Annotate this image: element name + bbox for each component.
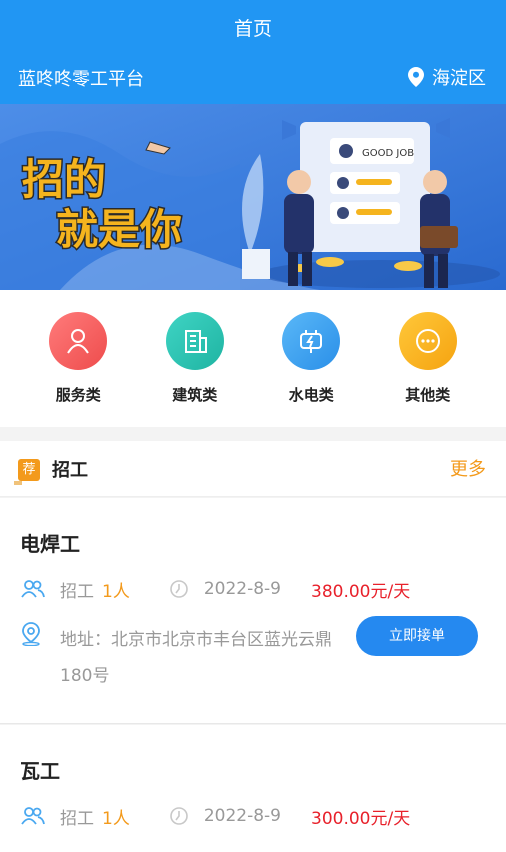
people-icon [20,803,46,829]
banner-badge-text: GOOD JOB [362,148,414,159]
recommend-tag-icon: 荐 [14,459,40,485]
location-label: 海淀区 [432,68,486,89]
banner-illustration: GOOD JOB 招的 就是你 [0,104,506,290]
recruit-label: 招工 [60,808,94,829]
accept-order-button[interactable]: 立即接单 [356,616,478,656]
job-date: 2022-8-9 [203,806,281,826]
category-plumbing-electric[interactable]: 水电类 [265,290,357,427]
recruit-section-header: 荐 招工 更多 [0,441,506,497]
location-selector[interactable]: 海淀区 [408,64,486,90]
location-pin-icon [20,622,46,648]
job-card[interactable]: 瓦工 招工 1人 2022-8-9 300.00元/天 [0,725,506,852]
page-title: 首页 [233,18,272,40]
platform-name: 蓝咚咚零工平台 [18,69,144,90]
people-icon [20,576,46,602]
category-label: 其他类 [405,386,451,404]
category-label: 水电类 [288,386,334,404]
category-construction[interactable]: 建筑类 [149,290,241,427]
job-title: 电焊工 [20,532,80,556]
category-label: 服务类 [55,386,101,404]
person-icon [49,312,108,370]
job-address: 地址：北京市北京市丰台区蓝光云鼎180号 [60,630,332,686]
more-link[interactable]: 更多 [450,455,486,481]
job-date: 2022-8-9 [203,579,281,599]
clock-icon [166,803,192,829]
job-price: 300.00元/天 [311,808,411,829]
category-grid: 服务类 建筑类 水电类 其他类 [0,290,506,427]
job-meta-row: 招工 1人 2022-8-9 380.00元/天 [20,576,410,602]
category-label: 建筑类 [172,386,218,404]
job-meta-row: 招工 1人 2022-8-9 300.00元/天 [20,803,410,829]
clock-icon [166,576,192,602]
plug-icon [282,312,341,370]
location-pin-icon [408,67,424,87]
more-icon [398,312,457,370]
promo-banner[interactable]: GOOD JOB 招的 就是你 [0,104,506,290]
banner-slogan-line-2: 就是你 [56,205,182,254]
job-price: 380.00元/天 [311,581,411,602]
banner-slogan-line-1: 招的 [22,155,106,204]
category-service[interactable]: 服务类 [32,290,124,427]
recruit-count: 1人 [102,808,130,829]
top-header: 首页 蓝咚咚零工平台 海淀区 [0,0,506,104]
job-title: 瓦工 [20,759,60,783]
category-other[interactable]: 其他类 [382,290,474,427]
building-icon [165,312,224,370]
recruit-label: 招工 [60,581,94,602]
job-card[interactable]: 电焊工 招工 1人 2022-8-9 380.00元/天 地址：北京市北京市丰台… [0,498,506,724]
section-title: 招工 [52,460,88,481]
recruit-count: 1人 [102,581,130,602]
